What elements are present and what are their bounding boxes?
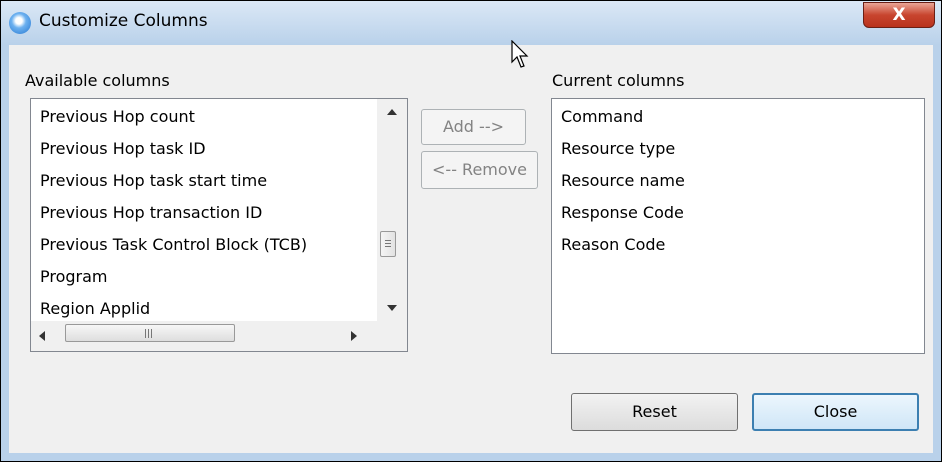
available-columns-label: Available columns: [25, 71, 170, 90]
remove-column-button[interactable]: <-- Remove: [421, 151, 538, 189]
available-columns-list[interactable]: Previous Hop count Previous Hop task ID …: [30, 98, 408, 352]
close-icon: X: [892, 5, 906, 25]
current-columns-label: Current columns: [552, 71, 685, 90]
list-item[interactable]: Reason Code: [561, 235, 665, 254]
scroll-up-arrow-icon[interactable]: [387, 109, 397, 115]
grip-line: [385, 243, 391, 244]
grip-line: [151, 329, 152, 338]
list-item[interactable]: Command: [561, 107, 643, 126]
list-item[interactable]: Resource name: [561, 171, 685, 190]
list-item[interactable]: Response Code: [561, 203, 684, 222]
list-item[interactable]: Previous Hop count: [40, 107, 195, 126]
current-columns-list[interactable]: Command Resource type Resource name Resp…: [551, 98, 925, 354]
scroll-left-arrow-icon[interactable]: [39, 331, 45, 341]
mouse-pointer-icon: [511, 40, 529, 68]
list-item[interactable]: Region Applid: [40, 299, 150, 318]
list-item[interactable]: Previous Hop task start time: [40, 171, 267, 190]
list-item[interactable]: Previous Hop task ID: [40, 139, 206, 158]
scroll-right-arrow-icon[interactable]: [351, 331, 357, 341]
scrollbar-corner: [377, 321, 407, 351]
add-column-button[interactable]: Add -->: [421, 109, 526, 145]
window-title: Customize Columns: [39, 11, 208, 31]
title-bar[interactable]: Customize Columns X: [1, 1, 941, 45]
grip-line: [385, 246, 391, 247]
list-item[interactable]: Previous Task Control Block (TCB): [40, 235, 307, 254]
vertical-scroll-thumb[interactable]: [380, 231, 396, 257]
grip-line: [145, 329, 146, 338]
close-button[interactable]: Close: [752, 393, 919, 431]
grip-line: [148, 329, 149, 338]
vertical-scrollbar[interactable]: [377, 99, 407, 321]
list-item[interactable]: Resource type: [561, 139, 675, 158]
app-star-icon: [9, 12, 31, 34]
list-item[interactable]: Program: [40, 267, 108, 286]
window-close-button[interactable]: X: [863, 2, 935, 28]
list-item[interactable]: Previous Hop transaction ID: [40, 203, 262, 222]
horizontal-scroll-thumb[interactable]: [65, 324, 235, 342]
reset-button[interactable]: Reset: [571, 393, 738, 431]
scroll-down-arrow-icon[interactable]: [387, 305, 397, 311]
grip-line: [385, 240, 391, 241]
horizontal-scrollbar[interactable]: [31, 321, 377, 351]
